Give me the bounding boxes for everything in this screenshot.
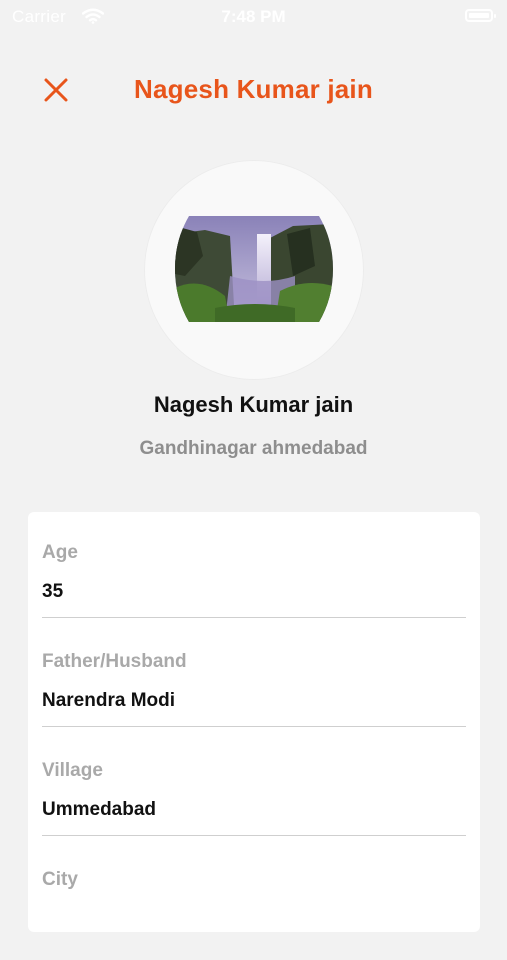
divider bbox=[42, 617, 466, 618]
field-father-husband: Father/Husband Narendra Modi bbox=[42, 633, 466, 742]
field-label: Village bbox=[42, 760, 103, 781]
field-label: Age bbox=[42, 542, 78, 563]
avatar[interactable] bbox=[175, 216, 333, 322]
divider bbox=[42, 835, 466, 836]
field-value: Narendra Modi bbox=[42, 690, 176, 711]
divider bbox=[42, 726, 466, 727]
status-bar: Carrier 7:48 PM bbox=[0, 0, 507, 36]
field-village: Village Ummedabad bbox=[42, 742, 466, 851]
info-card: Age 35 Father/Husband Narendra Modi Vill… bbox=[28, 512, 480, 932]
field-value: 35 bbox=[42, 581, 64, 602]
battery-icon bbox=[465, 9, 496, 22]
field-value: Ummedabad bbox=[42, 799, 157, 820]
field-city: City bbox=[42, 851, 466, 960]
profile-location: Gandhinagar ahmedabad bbox=[139, 438, 368, 459]
page-title: Nagesh Kumar jain bbox=[134, 74, 373, 104]
profile-name: Nagesh Kumar jain bbox=[153, 392, 354, 417]
clock: 7:48 PM bbox=[221, 7, 286, 26]
navigation-bar: Nagesh Kumar jain bbox=[0, 60, 507, 120]
field-label: Father/Husband bbox=[42, 651, 187, 672]
field-age: Age 35 bbox=[42, 524, 466, 633]
field-label: City bbox=[42, 869, 78, 890]
